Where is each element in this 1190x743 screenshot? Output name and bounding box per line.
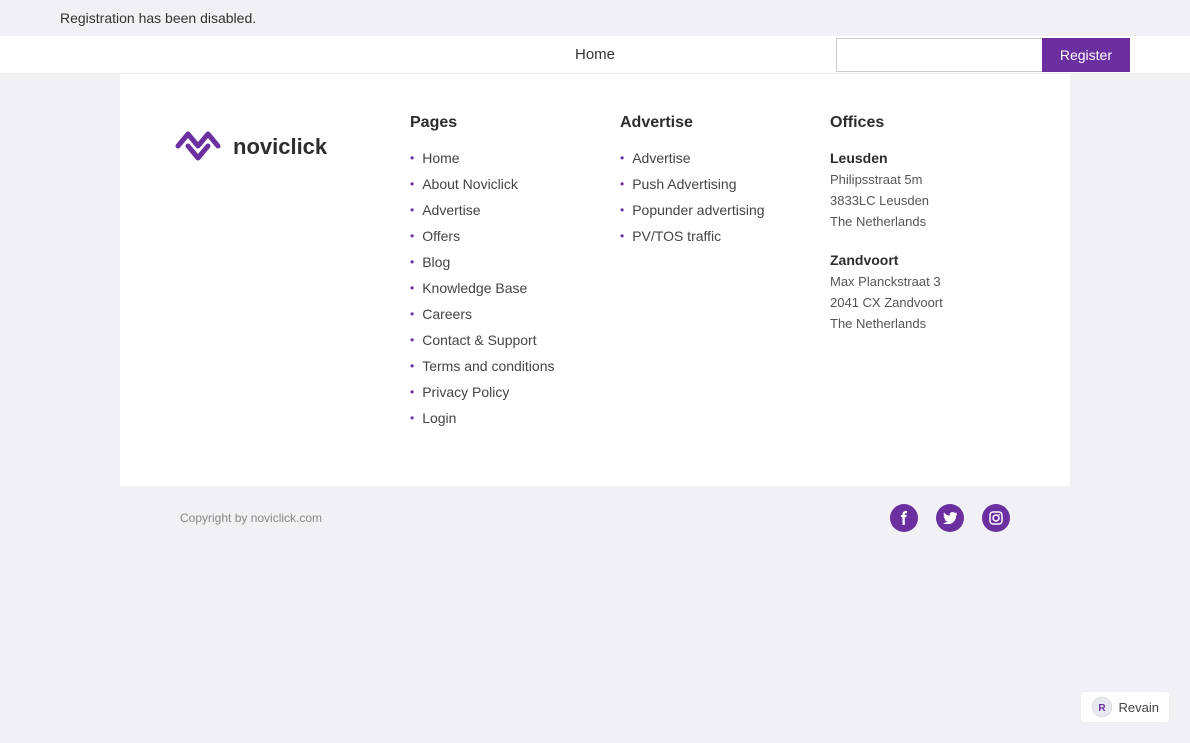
footer-advertise-col: Advertise Advertise Push Advertising Pop… [620,114,810,436]
list-item: Privacy Policy [410,384,600,400]
list-item: Terms and conditions [410,358,600,374]
footer-logo-col: noviclick [170,114,390,436]
twitter-icon[interactable] [936,504,964,532]
page-terms-link[interactable]: Terms and conditions [422,358,554,374]
pages-list: Home About Noviclick Advertise Offers Bl… [410,150,600,426]
list-item: Advertise [620,150,810,166]
office-leusden-address: Philipsstraat 5m 3833LC Leusden The Neth… [830,170,1020,232]
footer-pages-col: Pages Home About Noviclick Advertise Off… [410,114,600,436]
page-blog-link[interactable]: Blog [422,254,450,270]
list-item: PV/TOS traffic [620,228,810,244]
page-careers-link[interactable]: Careers [422,306,472,322]
page-knowledge-link[interactable]: Knowledge Base [422,280,527,296]
social-icons [890,504,1010,532]
office-leusden-city: Leusden [830,150,1020,166]
instagram-icon[interactable] [982,504,1010,532]
page-contact-link[interactable]: Contact & Support [422,332,536,348]
facebook-svg [897,511,911,525]
page-home-link[interactable]: Home [422,150,459,166]
office-leusden: Leusden Philipsstraat 5m 3833LC Leusden … [830,150,1020,232]
register-button[interactable]: Register [1042,38,1130,72]
logo-text: noviclick [233,134,327,160]
nav-auth-area: Register [836,38,1130,72]
page-advertise-link[interactable]: Advertise [422,202,480,218]
page-privacy-link[interactable]: Privacy Policy [422,384,509,400]
facebook-icon[interactable] [890,504,918,532]
logo-icon [170,124,225,169]
list-item: Push Advertising [620,176,810,192]
office-zandvoort-address: Max Planckstraat 3 2041 CX Zandvoort The… [830,272,1020,334]
page-login-link[interactable]: Login [422,410,456,426]
list-item: Popunder advertising [620,202,810,218]
footer-bottom: Copyright by noviclick.com [0,486,1190,550]
footer-main: noviclick Pages Home About Noviclick Adv… [120,74,1070,486]
list-item: Careers [410,306,600,322]
list-item: Login [410,410,600,426]
page-offers-link[interactable]: Offers [422,228,460,244]
advertise-heading: Advertise [620,114,810,132]
advertise-list: Advertise Push Advertising Popunder adve… [620,150,810,244]
pages-heading: Pages [410,114,600,132]
adv-push-link[interactable]: Push Advertising [632,176,736,192]
instagram-svg [989,511,1003,525]
list-item: Contact & Support [410,332,600,348]
revain-label: Revain [1119,700,1159,715]
list-item: Blog [410,254,600,270]
adv-advertise-link[interactable]: Advertise [632,150,690,166]
adv-pvtos-link[interactable]: PV/TOS traffic [632,228,721,244]
footer-grid: noviclick Pages Home About Noviclick Adv… [170,114,1020,436]
revain-logo-icon: R [1091,696,1113,718]
list-item: About Noviclick [410,176,600,192]
notification-text: Registration has been disabled. [60,10,256,26]
office-zandvoort-city: Zandvoort [830,252,1020,268]
list-item: Offers [410,228,600,244]
main-nav: Home Register [0,36,1190,74]
noviclick-logo: noviclick [170,124,327,169]
svg-text:R: R [1098,703,1106,714]
nav-home-link[interactable]: Home [575,46,615,63]
office-zandvoort: Zandvoort Max Planckstraat 3 2041 CX Zan… [830,252,1020,334]
copyright-text: Copyright by noviclick.com [180,511,322,525]
login-input[interactable] [836,38,1042,72]
revain-badge[interactable]: R Revain [1080,691,1170,723]
offices-heading: Offices [830,114,1020,132]
footer-offices-col: Offices Leusden Philipsstraat 5m 3833LC … [830,114,1020,436]
list-item: Home [410,150,600,166]
twitter-svg [943,512,957,524]
notification-bar: Registration has been disabled. [0,0,1190,36]
list-item: Knowledge Base [410,280,600,296]
page-about-link[interactable]: About Noviclick [422,176,518,192]
list-item: Advertise [410,202,600,218]
adv-popunder-link[interactable]: Popunder advertising [632,202,764,218]
